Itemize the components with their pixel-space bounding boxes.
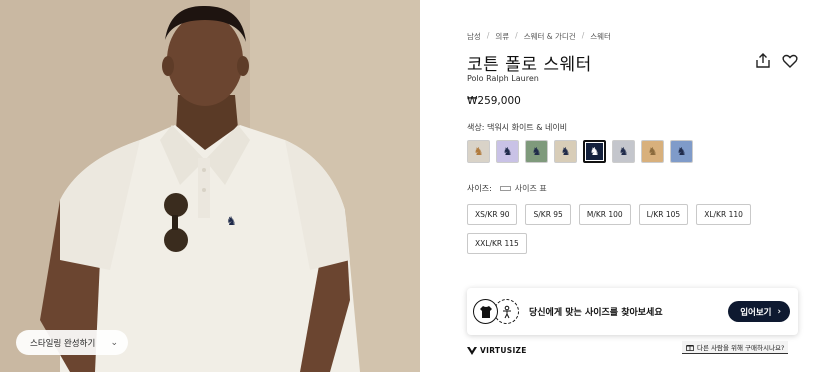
pony-logo-icon: ♞ xyxy=(589,145,600,158)
product-hero-image: ♞ 스타일링 완성하기 ⌄ xyxy=(0,0,420,372)
pony-logo-icon: ♞ xyxy=(676,145,687,158)
color-swatch-list: ♞ ♞ ♞ ♞ ♞ ♞ ♞ ♞ xyxy=(467,140,693,163)
size-chart-link[interactable]: 사이즈 표 xyxy=(499,183,547,194)
color-swatch[interactable]: ♞ xyxy=(670,140,693,163)
chevron-right-icon: › xyxy=(777,306,781,317)
styling-complete-button[interactable]: 스타일링 완성하기 ⌄ xyxy=(16,330,128,355)
size-option-button[interactable]: XXL/KR 115 xyxy=(467,233,527,254)
product-info-panel: 남성 / 의류 / 스웨터 & 가디건 / 스웨터 코튼 폴로 스웨터 Polo… xyxy=(420,0,835,372)
color-swatch[interactable]: ♞ xyxy=(583,140,606,163)
size-option-button[interactable]: XS/KR 90 xyxy=(467,204,518,225)
virtusize-logo: VIRTUSIZE xyxy=(467,346,527,355)
try-on-button-label: 입어보기 xyxy=(740,307,772,318)
breadcrumb-item-sweaters-cardigans[interactable]: 스웨터 & 가디건 xyxy=(524,31,576,42)
pony-logo-icon: ♞ xyxy=(531,145,542,158)
ruler-icon xyxy=(499,186,511,191)
color-swatch[interactable]: ♞ xyxy=(525,140,548,163)
size-label: 사이즈: xyxy=(467,184,492,193)
virtusize-logo-icon xyxy=(467,346,477,355)
heart-icon[interactable] xyxy=(781,52,799,70)
size-option-button[interactable]: M/KR 100 xyxy=(578,204,631,225)
size-option-button[interactable]: XL/KR 110 xyxy=(696,204,751,225)
styling-button-label: 스타일링 완성하기 xyxy=(30,338,96,349)
breadcrumb-item-clothing[interactable]: 의류 xyxy=(495,31,509,42)
color-swatch[interactable]: ♞ xyxy=(554,140,577,163)
virtusize-widget[interactable]: 당신에게 맞는 사이즈를 찾아보세요 입어보기 › xyxy=(467,288,798,335)
color-swatch[interactable]: ♞ xyxy=(612,140,635,163)
buying-for-others-link[interactable]: 다른 사람을 위해 구매하시나요? xyxy=(682,341,789,354)
virtusize-logo-text: VIRTUSIZE xyxy=(480,346,527,355)
color-swatch[interactable]: ♞ xyxy=(641,140,664,163)
buying-for-others-label: 다른 사람을 위해 구매하시나요? xyxy=(697,344,785,352)
pony-logo-icon: ♞ xyxy=(473,145,484,158)
pony-logo-icon: ♞ xyxy=(560,145,571,158)
breadcrumb-item-men[interactable]: 남성 xyxy=(467,31,481,42)
size-option-button[interactable]: L/KR 105 xyxy=(638,204,689,225)
virtusize-icons xyxy=(473,299,519,324)
chevron-down-icon: ⌄ xyxy=(110,337,118,348)
color-swatch[interactable]: ♞ xyxy=(467,140,490,163)
product-brand[interactable]: Polo Ralph Lauren xyxy=(467,74,539,83)
breadcrumb: 남성 / 의류 / 스웨터 & 가디건 / 스웨터 xyxy=(467,31,611,42)
pony-logo-icon: ♞ xyxy=(502,145,513,158)
breadcrumb-item-sweaters[interactable]: 스웨터 xyxy=(590,31,611,42)
pony-logo-icon: ♞ xyxy=(647,145,658,158)
color-swatch[interactable]: ♞ xyxy=(496,140,519,163)
virtusize-prompt: 당신에게 맞는 사이즈를 찾아보세요 xyxy=(529,308,663,318)
product-title: 코튼 폴로 스웨터 xyxy=(467,55,592,75)
size-label-row: 사이즈: 사이즈 표 xyxy=(467,183,547,194)
breadcrumb-separator: / xyxy=(581,31,585,40)
product-price: ₩259,000 xyxy=(467,95,521,107)
model-photo: ♞ xyxy=(0,0,420,372)
size-chart-label: 사이즈 표 xyxy=(514,184,547,193)
svg-text:♞: ♞ xyxy=(226,214,237,228)
gift-icon xyxy=(686,345,694,351)
shirt-icon xyxy=(473,299,498,324)
size-option-list: XS/KR 90 S/KR 95 M/KR 100 L/KR 105 XL/KR 110… xyxy=(467,204,797,254)
try-on-button[interactable]: 입어보기 › xyxy=(728,301,790,322)
color-label: 색상: 댁워시 화이트 & 네이비 xyxy=(467,123,568,132)
breadcrumb-separator: / xyxy=(486,31,490,40)
size-option-button[interactable]: S/KR 95 xyxy=(525,204,571,225)
breadcrumb-separator: / xyxy=(515,31,518,40)
pony-logo-icon: ♞ xyxy=(618,145,629,158)
share-icon[interactable] xyxy=(754,52,772,70)
